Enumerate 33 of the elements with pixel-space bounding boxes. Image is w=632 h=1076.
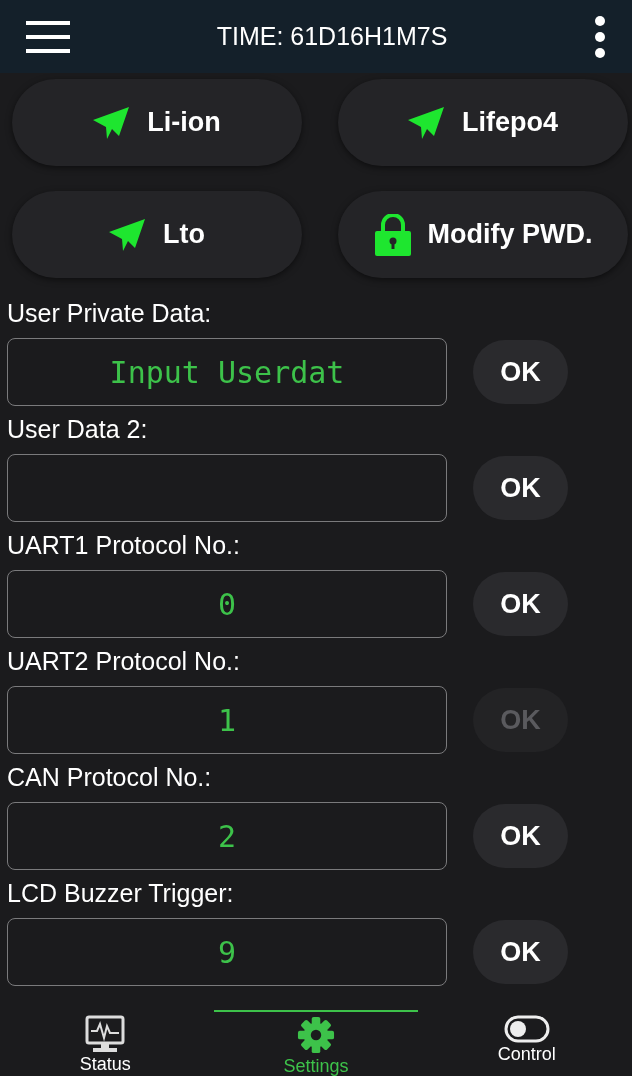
- nav-tab[interactable]: Settings: [210, 1010, 422, 1076]
- paper-plane-icon: [408, 106, 446, 139]
- setting-label: User Data 2:: [7, 414, 149, 444]
- header-title: TIME: 61D16H1M7S: [216, 22, 448, 51]
- input-field[interactable]: Input Userdat: [7, 338, 447, 406]
- input-field[interactable]: 0: [7, 570, 447, 638]
- monitor-icon: [85, 1015, 126, 1053]
- toggle-icon: [503, 1015, 550, 1043]
- setting-label: CAN Protocol No.:: [7, 762, 213, 792]
- ok-button[interactable]: OK: [473, 804, 568, 868]
- input-field[interactable]: 9: [7, 918, 447, 986]
- preset-button[interactable]: Modify PWD.: [338, 191, 628, 278]
- ok-button[interactable]: OK: [473, 456, 568, 520]
- setting-label: LCD Buzzer Trigger:: [7, 878, 235, 908]
- nav-tab[interactable]: Status: [0, 1010, 211, 1076]
- setting-label: User Private Data:: [7, 298, 213, 328]
- nav-tab[interactable]: Control: [421, 1010, 632, 1076]
- preset-button[interactable]: Lifepo4: [338, 79, 628, 166]
- ok-button[interactable]: OK: [473, 340, 568, 404]
- menu-icon[interactable]: [26, 20, 70, 53]
- settings-icon: [297, 1015, 335, 1055]
- more-options-icon[interactable]: [594, 14, 606, 59]
- ok-button[interactable]: OK: [473, 572, 568, 636]
- paper-plane-icon: [93, 106, 132, 139]
- lock-icon: [373, 213, 412, 256]
- input-field[interactable]: 2: [7, 802, 447, 870]
- paper-plane-icon: [109, 218, 147, 251]
- preset-button[interactable]: Li-ion: [12, 79, 302, 166]
- setting-label: UART1 Protocol No.:: [7, 530, 241, 560]
- input-field[interactable]: [7, 454, 447, 522]
- ok-button[interactable]: OK: [473, 920, 568, 984]
- setting-label: UART2 Protocol No.:: [7, 646, 241, 676]
- preset-button[interactable]: Lto: [12, 191, 302, 278]
